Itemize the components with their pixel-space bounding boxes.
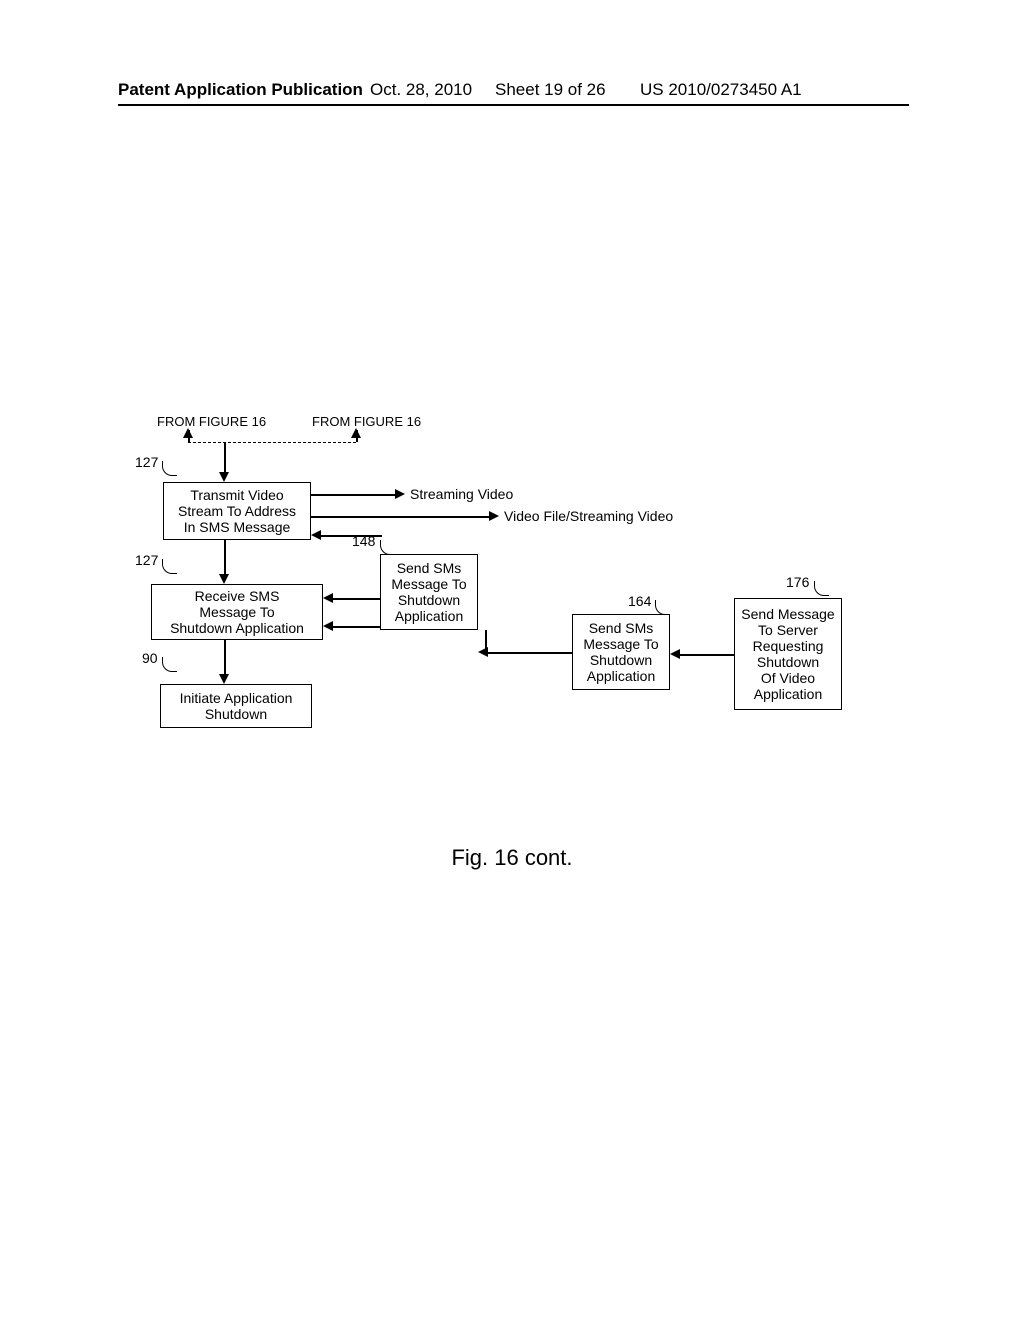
connector bbox=[330, 598, 380, 600]
header-date: Oct. 28, 2010 bbox=[370, 80, 472, 100]
ref-bracket-icon bbox=[655, 600, 670, 615]
header-publication: Patent Application Publication bbox=[118, 80, 363, 100]
connector bbox=[311, 516, 491, 518]
header-rule bbox=[118, 104, 909, 106]
box-transmit-video: Transmit Video Stream To Address In SMS … bbox=[163, 482, 311, 540]
label-streaming-video: Streaming Video bbox=[410, 486, 513, 502]
box-send-sms-164: Send SMs Message To Shutdown Application bbox=[572, 614, 670, 690]
ref-164: 164 bbox=[628, 593, 651, 609]
ref-127b: 127 bbox=[135, 552, 158, 568]
arrow-up-icon bbox=[351, 428, 361, 438]
arrow-down-icon bbox=[219, 674, 229, 684]
ref-bracket-icon bbox=[162, 657, 177, 672]
header-sheet: Sheet 19 of 26 bbox=[495, 80, 606, 100]
arrow-right-icon bbox=[395, 489, 405, 499]
from-figure-right: FROM FIGURE 16 bbox=[312, 414, 421, 429]
arrow-right-icon bbox=[489, 511, 499, 521]
arrow-left-icon bbox=[670, 649, 680, 659]
figure-caption: Fig. 16 cont. bbox=[0, 845, 1024, 871]
from-figure-left: FROM FIGURE 16 bbox=[157, 414, 266, 429]
connector bbox=[224, 640, 226, 678]
ref-bracket-icon bbox=[380, 540, 395, 555]
box-receive-sms: Receive SMS Message To Shutdown Applicat… bbox=[151, 584, 323, 640]
connector bbox=[485, 630, 487, 652]
connector bbox=[330, 626, 380, 628]
arrow-up-icon bbox=[183, 428, 193, 438]
arrow-left-icon bbox=[323, 593, 333, 603]
connector bbox=[224, 442, 226, 476]
arrow-left-icon bbox=[323, 621, 333, 631]
arrow-left-icon bbox=[478, 647, 488, 657]
connector bbox=[311, 494, 397, 496]
ref-127a: 127 bbox=[135, 454, 158, 470]
arrow-down-icon bbox=[219, 472, 229, 482]
label-video-file-streaming: Video File/Streaming Video bbox=[504, 508, 673, 524]
arrow-left-icon bbox=[311, 530, 321, 540]
connector bbox=[485, 652, 572, 654]
box-send-sms-148: Send SMs Message To Shutdown Application bbox=[380, 554, 478, 630]
connector bbox=[224, 540, 226, 578]
box-initiate-shutdown: Initiate Application Shutdown bbox=[160, 684, 312, 728]
arrow-down-icon bbox=[219, 574, 229, 584]
ref-bracket-icon bbox=[162, 559, 177, 574]
dashed-connector bbox=[188, 442, 356, 443]
box-send-message-server: Send Message To Server Requesting Shutdo… bbox=[734, 598, 842, 710]
header-pubnumber: US 2010/0273450 A1 bbox=[640, 80, 802, 100]
page: Patent Application Publication Oct. 28, … bbox=[0, 0, 1024, 1320]
connector bbox=[678, 654, 734, 656]
ref-bracket-icon bbox=[162, 461, 177, 476]
ref-90: 90 bbox=[142, 650, 158, 666]
header: Patent Application Publication Oct. 28, … bbox=[0, 80, 1024, 104]
ref-148: 148 bbox=[352, 533, 375, 549]
ref-176: 176 bbox=[786, 574, 809, 590]
ref-bracket-icon bbox=[814, 581, 829, 596]
